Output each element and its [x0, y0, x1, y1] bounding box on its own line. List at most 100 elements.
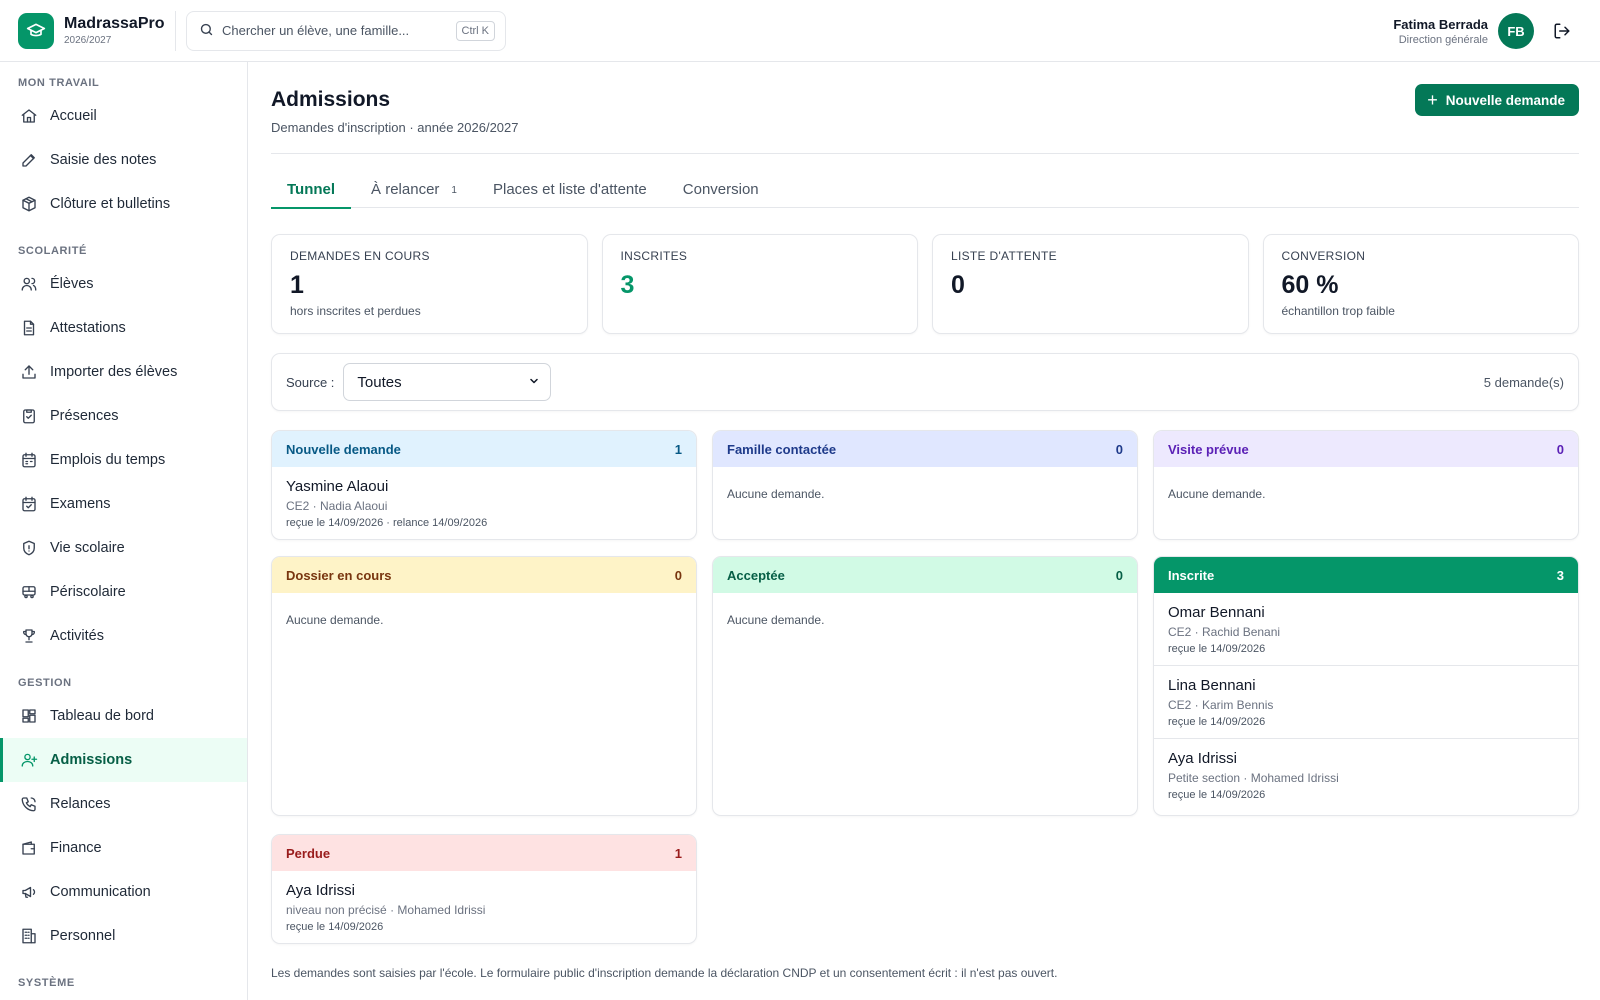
brand[interactable]: MadrassaPro 2026/2027	[0, 10, 176, 51]
chevron-down-icon	[528, 374, 540, 391]
sidebar-item-accueil[interactable]: Accueil	[0, 94, 247, 138]
sidebar-item-label: Élèves	[50, 276, 94, 292]
logout-icon[interactable]	[1552, 21, 1572, 41]
request-card[interactable]: Lina Bennani CE2 · Karim Bennis reçue le 1…	[1154, 666, 1578, 739]
sidebar-section-label: MON TRAVAIL	[18, 77, 100, 89]
tab-label: Tunnel	[287, 180, 336, 198]
document-icon	[20, 319, 50, 337]
column-title: Perdue	[286, 845, 331, 861]
clipboard-check-icon	[20, 407, 50, 425]
sidebar-item-periscolaire[interactable]: Périscolaire	[0, 570, 247, 614]
search-input[interactable]	[222, 23, 456, 38]
sidebar-item-label: Saisie des notes	[50, 152, 157, 168]
column-title: Famille contactée	[727, 441, 837, 457]
card-meta: CE2 · Karim Bennis	[1168, 698, 1274, 712]
sidebar-item-label: Examens	[50, 496, 111, 512]
search-icon	[199, 22, 214, 40]
divider	[271, 153, 1579, 154]
column-count: 0	[1556, 441, 1564, 457]
kpi-label: CONVERSION	[1281, 249, 1366, 263]
column-title: Inscrite	[1168, 567, 1215, 583]
user-plus-icon	[20, 751, 50, 769]
column-title: Nouvelle demande	[286, 441, 401, 457]
sidebar-item-attestations[interactable]: Attestations	[0, 306, 247, 350]
calendar-icon	[20, 451, 50, 469]
sidebar-item-label: Attestations	[50, 320, 126, 336]
avatar[interactable]: FB	[1498, 13, 1534, 49]
card-date: reçue le 14/09/2026	[1168, 716, 1266, 728]
kanban-column: Acceptée 0 Aucune demande.	[712, 556, 1138, 816]
sidebar-item-presences[interactable]: Présences	[0, 394, 247, 438]
school-year: 2026/2027	[64, 35, 112, 46]
kpi-label: DEMANDES EN COURS	[290, 249, 430, 263]
column-header: Inscrite 3	[1154, 557, 1578, 593]
card-meta: CE2 · Rachid Benani	[1168, 625, 1281, 639]
sidebar-item-label: Présences	[50, 408, 119, 424]
sidebar-item-cloture-et-bulletins[interactable]: Clôture et bulletins	[0, 182, 247, 226]
tab-1[interactable]: À relancer 1	[355, 170, 473, 208]
sidebar-item-examens[interactable]: Examens	[0, 482, 247, 526]
main-content: Admissions Demandes d'inscription · anné…	[271, 62, 1579, 1000]
sidebar-item-label: Admissions	[50, 752, 133, 768]
sidebar-item-label: Vie scolaire	[50, 540, 125, 556]
sidebar-section-label: SYSTÈME	[18, 977, 75, 989]
column-header: Famille contactée 0	[713, 431, 1137, 467]
sidebar-item-activites[interactable]: Activités	[0, 614, 247, 658]
column-title: Acceptée	[727, 567, 785, 583]
kpi-card: INSCRITES 3	[601, 234, 918, 334]
search-box[interactable]: Ctrl K	[186, 10, 506, 51]
kpi-value: 60 %	[1281, 271, 1339, 299]
column-title: Dossier en cours	[286, 567, 392, 583]
tab-0[interactable]: Tunnel	[271, 170, 352, 209]
kanban-column: Perdue 1 Aya Idrissi niveau non précisé · M…	[271, 834, 697, 944]
sidebar-item-admissions[interactable]: Admissions	[0, 738, 247, 782]
sidebar-item-eleves[interactable]: Élèves	[0, 262, 247, 306]
kpi-value: 0	[951, 271, 965, 299]
kanban-column: Nouvelle demande 1 Yasmine Alaoui CE2 · Nad…	[271, 430, 697, 540]
tabs: Tunnel À relancer 1 Places et liste d'atten…	[271, 170, 1579, 209]
tab-3[interactable]: Conversion	[667, 170, 775, 208]
sidebar-item-saisie-des-notes[interactable]: Saisie des notes	[0, 138, 247, 182]
shield-icon	[20, 539, 50, 557]
column-count: 1	[674, 845, 682, 861]
sidebar: MON TRAVAIL Accueil Saisie des notes Clôtur…	[0, 62, 248, 1000]
sidebar-item-finance[interactable]: Finance	[0, 826, 247, 870]
tab-label: À relancer	[371, 180, 440, 198]
sidebar-item-tableau-de-bord[interactable]: Tableau de bord	[0, 694, 247, 738]
new-request-button[interactable]: + Nouvelle demande	[1415, 84, 1579, 116]
tab-2[interactable]: Places et liste d'attente	[477, 170, 663, 208]
kpi-value: 1	[290, 271, 304, 299]
top-bar: MadrassaPro 2026/2027 Ctrl K Fatima Berr…	[0, 0, 1600, 62]
source-select[interactable]: Toutes	[343, 363, 552, 401]
card-meta: niveau non précisé · Mohamed Idrissi	[286, 903, 486, 917]
request-card[interactable]: Aya Idrissi niveau non précisé · Mohamed …	[272, 871, 696, 943]
column-header: Nouvelle demande 1	[272, 431, 696, 467]
sidebar-item-vie-scolaire[interactable]: Vie scolaire	[0, 526, 247, 570]
kanban-column: Dossier en cours 0 Aucune demande.	[271, 556, 697, 816]
card-date: reçue le 14/09/2026 · relance 14/09/2026	[286, 517, 488, 529]
dashboard-icon	[20, 707, 50, 725]
column-header: Acceptée 0	[713, 557, 1137, 593]
request-count: 5 demande(s)	[1483, 374, 1564, 390]
sidebar-item-label: Accueil	[50, 108, 97, 124]
package-icon	[20, 195, 50, 213]
sidebar-section-label: SCOLARITÉ	[18, 245, 87, 257]
pencil-icon	[20, 151, 50, 169]
sidebar-item-personnel[interactable]: Personnel	[0, 914, 247, 958]
page-subtitle: Demandes d'inscription · année 2026/2027	[271, 120, 519, 135]
kanban-column: Inscrite 3 Omar Bennani CE2 · Rachid Benani…	[1153, 556, 1579, 816]
megaphone-icon	[20, 883, 50, 901]
student-name: Lina Bennani	[1168, 677, 1256, 694]
footnote: Les demandes sont saisies par l'école. L…	[271, 966, 1058, 980]
sidebar-item-communication[interactable]: Communication	[0, 870, 247, 914]
sidebar-item-label: Communication	[50, 884, 151, 900]
request-card[interactable]: Omar Bennani CE2 · Rachid Benani reçue le …	[1154, 593, 1578, 666]
sidebar-item-emplois-du-temps[interactable]: Emplois du temps	[0, 438, 247, 482]
sidebar-item-label: Clôture et bulletins	[50, 196, 171, 212]
user-role: Direction générale	[1398, 33, 1488, 46]
sidebar-item-relances[interactable]: Relances	[0, 782, 247, 826]
app-name: MadrassaPro	[64, 15, 165, 32]
sidebar-item-importer-des-eleves[interactable]: Importer des élèves	[0, 350, 247, 394]
request-card[interactable]: Yasmine Alaoui CE2 · Nadia Alaoui reçue le…	[272, 467, 696, 539]
request-card[interactable]: Aya Idrissi Petite section · Mohamed Idri…	[1154, 739, 1578, 811]
